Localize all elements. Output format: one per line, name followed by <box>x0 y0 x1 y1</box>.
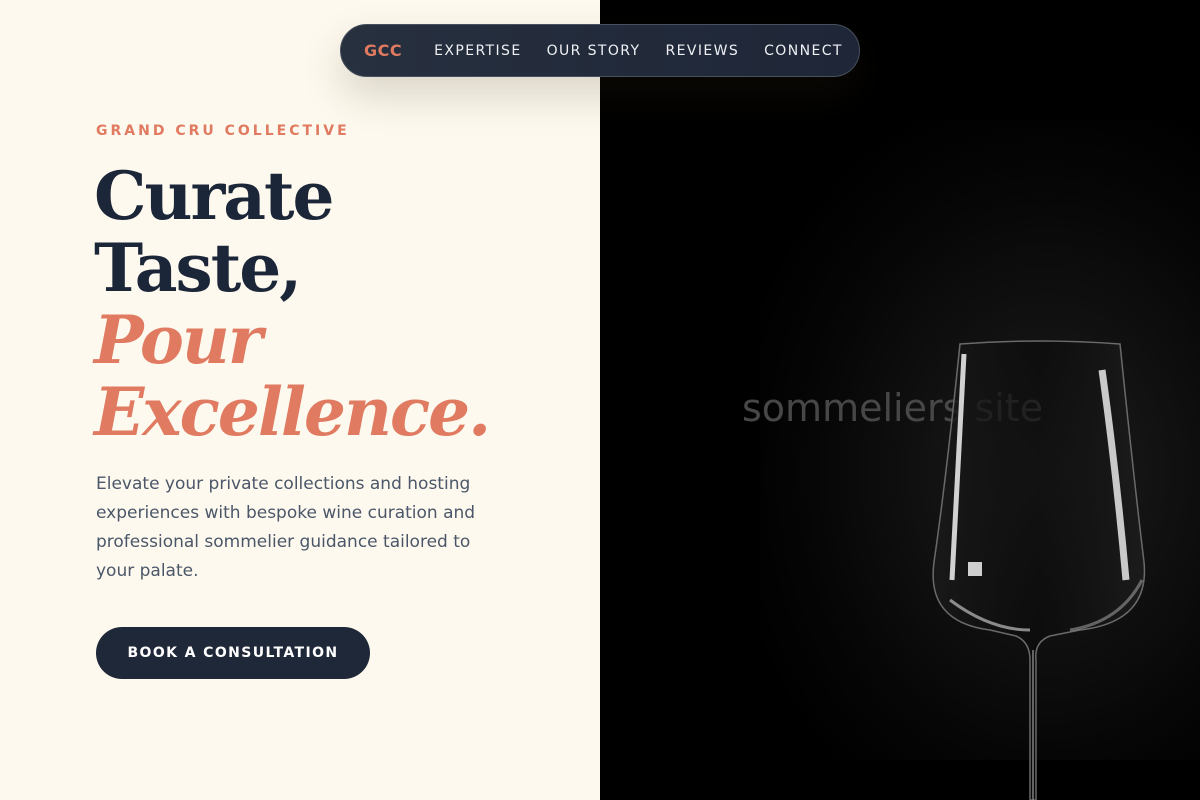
nav-links: EXPERTISE OUR STORY REVIEWS CONNECT <box>434 43 868 59</box>
headline-line-1: Curate <box>94 157 335 235</box>
wine-glass-icon <box>932 340 1146 800</box>
nav-link-reviews[interactable]: REVIEWS <box>665 43 739 59</box>
nav-link-connect[interactable]: CONNECT <box>764 43 843 59</box>
book-consultation-button[interactable]: BOOK A CONSULTATION <box>96 627 370 679</box>
headline-accent-2: Excellence. <box>94 373 491 451</box>
top-navbar: GCC EXPERTISE OUR STORY REVIEWS CONNECT <box>340 24 860 77</box>
headline-accent-1: Pour <box>94 301 263 379</box>
nav-link-expertise[interactable]: EXPERTISE <box>434 43 521 59</box>
hero-eyebrow: GRAND CRU COLLECTIVE <box>96 123 350 139</box>
hero-headline: Curate Taste, Pour Excellence. <box>94 157 491 451</box>
nav-link-our-story[interactable]: OUR STORY <box>547 43 641 59</box>
hero-description: Elevate your private collections and hos… <box>96 474 476 581</box>
logo[interactable]: GCC <box>364 41 402 60</box>
headline-line-2: Taste, <box>94 229 302 307</box>
